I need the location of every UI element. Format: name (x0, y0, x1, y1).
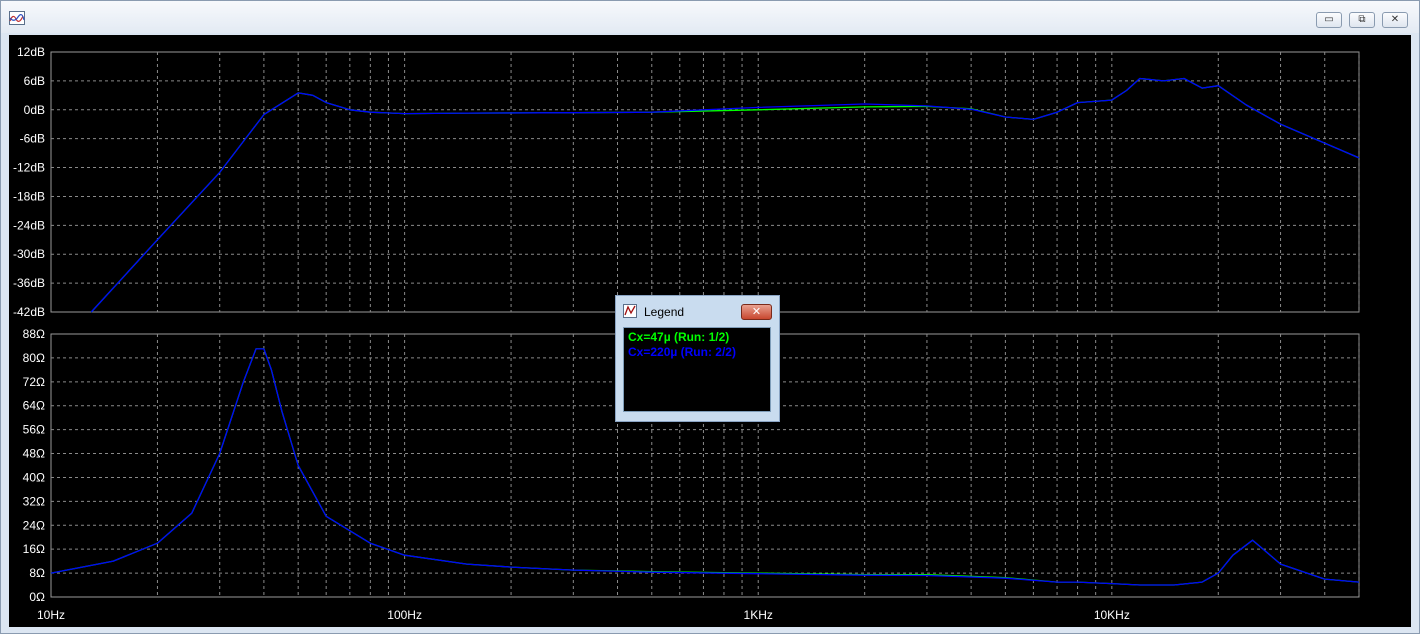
restore-button[interactable]: ⧉ (1349, 12, 1375, 28)
y-tick-label: 12dB (17, 45, 45, 59)
y-tick-label: -42dB (13, 305, 45, 319)
y-tick-label: -18dB (13, 189, 45, 203)
y-tick-label: -12dB (13, 161, 45, 175)
y-tick-label: 6dB (24, 74, 45, 88)
y-tick-label: 40Ω (23, 470, 45, 484)
waveform-app-icon (9, 11, 25, 25)
y-tick-label: -36dB (13, 276, 45, 290)
y-tick-label: 48Ω (23, 447, 45, 461)
y-tick-label: -30dB (13, 247, 45, 261)
minimize-button[interactable]: ▭ (1316, 12, 1342, 28)
y-tick-label: 8Ω (29, 566, 45, 580)
x-tick-label: 10KHz (1094, 608, 1130, 622)
title-bar[interactable]: ▭ ⧉ ✕ (1, 1, 1419, 33)
legend-window[interactable]: Legend ✕ Cx=47µ (Run: 1/2) Cx=220µ (Run:… (615, 295, 780, 422)
y-tick-label: 64Ω (23, 399, 45, 413)
y-tick-label: 0Ω (29, 590, 45, 604)
close-button[interactable]: ✕ (1382, 12, 1408, 28)
legend-entry-run-2: Cx=220µ (Run: 2/2) (628, 345, 736, 359)
y-tick-label: 56Ω (23, 423, 45, 437)
y-tick-label: 32Ω (23, 494, 45, 508)
y-tick-label: 0dB (24, 103, 45, 117)
y-tick-label: 24Ω (23, 518, 45, 532)
legend-close-button[interactable]: ✕ (741, 304, 772, 320)
x-tick-label: 10Hz (37, 608, 65, 622)
legend-title: Legend (644, 305, 685, 319)
y-tick-label: 88Ω (23, 327, 45, 341)
legend-body: Cx=47µ (Run: 1/2) Cx=220µ (Run: 2/2) (623, 327, 771, 412)
x-tick-label: 1KHz (744, 608, 773, 622)
waveform-legend-icon (623, 304, 637, 318)
y-tick-label: 72Ω (23, 375, 45, 389)
series-line-2 (90, 77, 1360, 313)
y-tick-label: -24dB (13, 218, 45, 232)
y-tick-label: -6dB (20, 132, 45, 146)
x-tick-label: 100Hz (387, 608, 422, 622)
y-tick-label: 16Ω (23, 542, 45, 556)
legend-entry-run-1: Cx=47µ (Run: 1/2) (628, 330, 730, 344)
panel-frame (50, 51, 1360, 313)
series-line-1 (90, 77, 1360, 313)
y-tick-label: 80Ω (23, 351, 45, 365)
